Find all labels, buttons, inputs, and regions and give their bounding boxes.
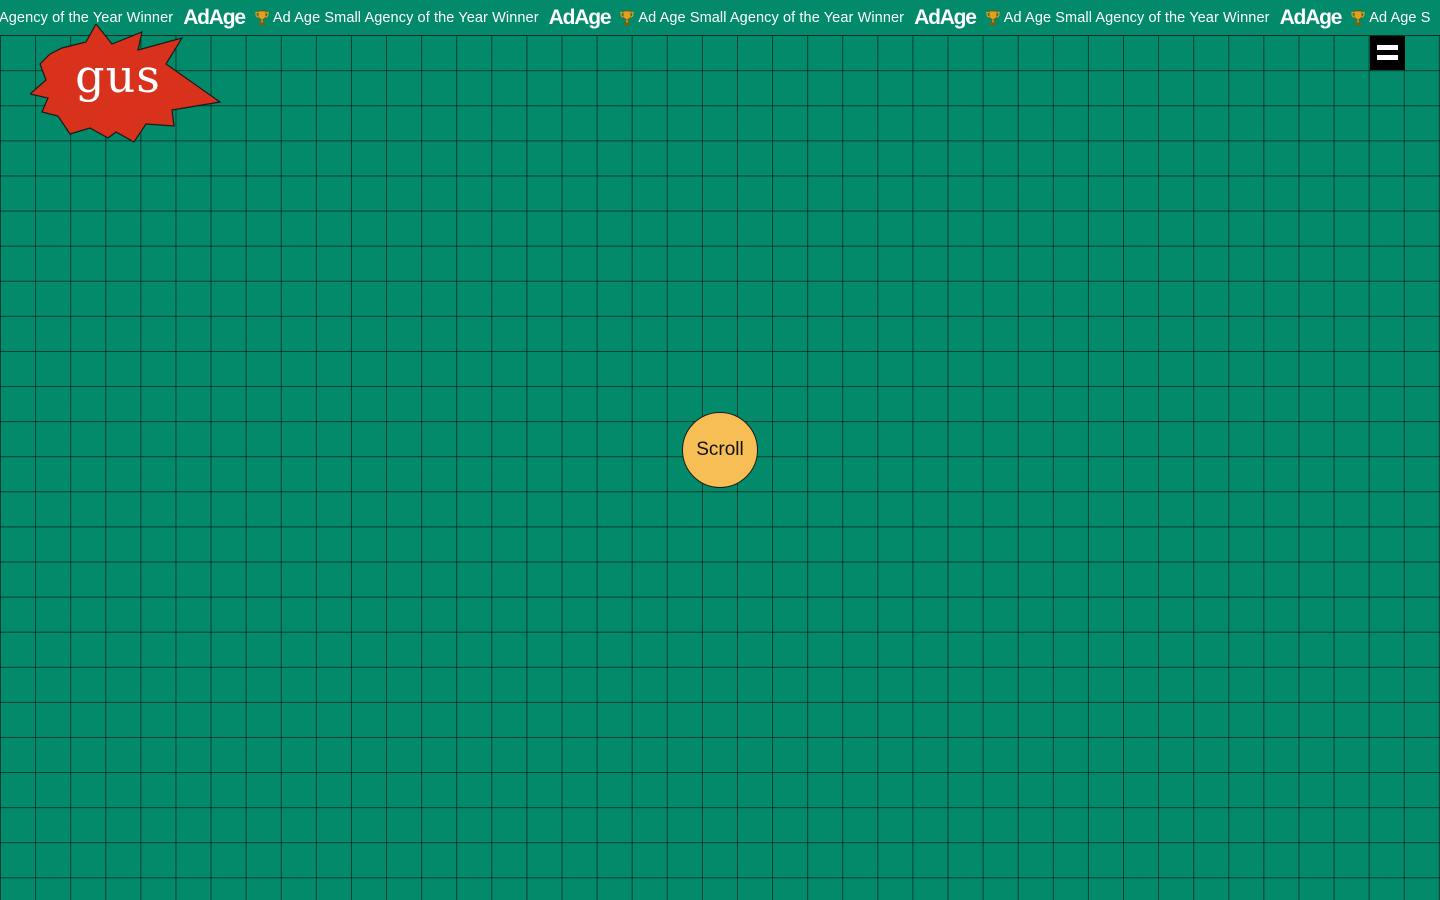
ticker-award-text: Ad Age S [1369, 9, 1431, 26]
adage-logo: AdAge [1279, 5, 1343, 29]
hamburger-menu-icon-bar [1377, 55, 1398, 60]
gus-logo-text: gus [75, 49, 161, 103]
ticker-award-text: Ad Age Small Agency of the Year Winner [1003, 9, 1270, 26]
ticker-item: Ad Age S [1351, 0, 1440, 35]
trophy-icon [1351, 10, 1365, 25]
gus-logo-link[interactable]: gus [30, 24, 222, 148]
trophy-icon [255, 10, 269, 25]
ticker-item: Ad Age Small Agency of the Year Winner A… [255, 0, 620, 35]
trophy-icon [620, 10, 634, 25]
adage-logo: AdAge [548, 5, 612, 29]
scroll-button[interactable]: Scroll [682, 412, 758, 488]
page: { "ticker": { "lead_text": "Agency of th… [0, 0, 1440, 900]
adage-logo: AdAge [914, 5, 977, 29]
ticker-award-text: Ad Age Small Agency of the Year Winner [272, 9, 539, 26]
ticker-award-text: Ad Age Small Agency of the Year Winner [638, 9, 905, 26]
hamburger-menu-button[interactable] [1370, 36, 1405, 70]
ticker-item: Ad Age Small Agency of the Year Winner A… [620, 0, 985, 35]
ticker-item: Ad Age Small Agency of the Year Winner A… [986, 0, 1351, 35]
hamburger-menu-icon [1377, 45, 1398, 50]
trophy-icon [986, 10, 1000, 25]
